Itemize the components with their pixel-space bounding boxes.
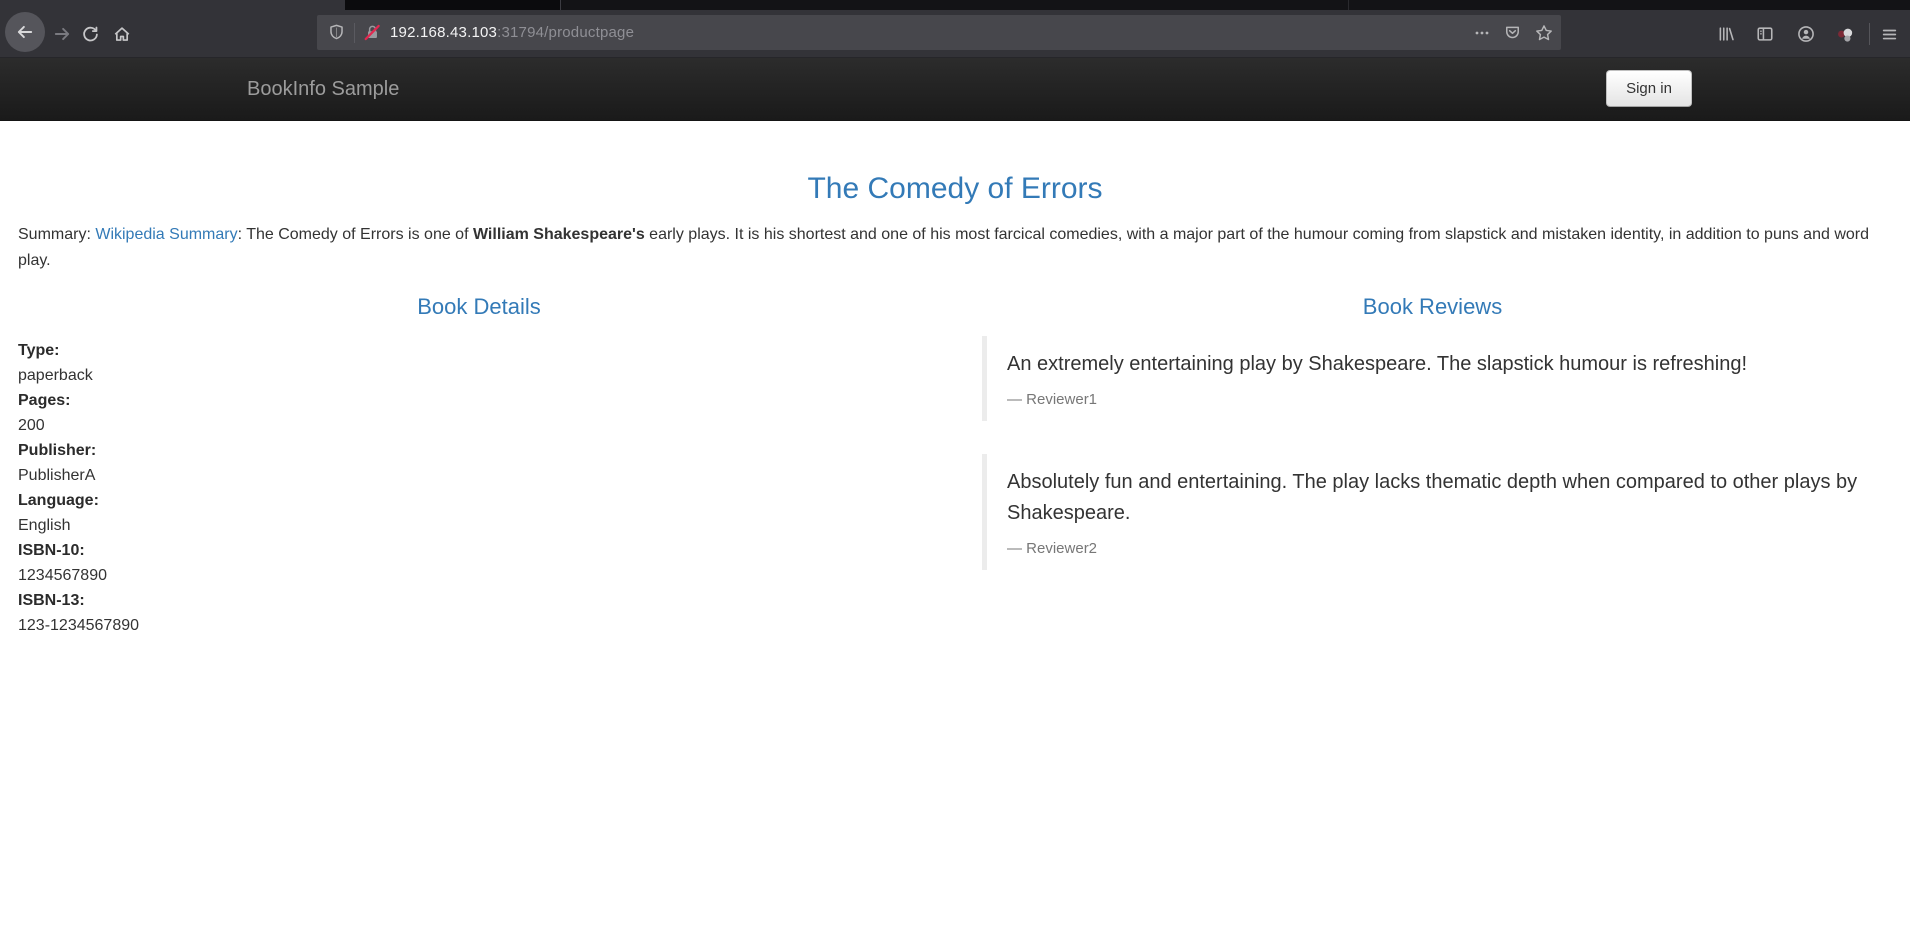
book-reviews-heading: Book Reviews (970, 294, 1895, 320)
detail-value: 123-1234567890 (18, 613, 940, 638)
detail-value: paperback (18, 363, 940, 388)
detail-value: 200 (18, 413, 940, 438)
detail-label: Pages: (18, 388, 940, 413)
review-text: An extremely entertaining play by Shakes… (1007, 349, 1873, 380)
back-arrow-icon (16, 23, 34, 41)
summary-text: : The Comedy of Errors is one of (238, 226, 473, 243)
insecure-lock-icon[interactable] (364, 24, 381, 41)
sidebar-icon (1756, 25, 1774, 43)
wikipedia-summary-link[interactable]: Wikipedia Summary (95, 226, 237, 243)
page-actions-button[interactable] (1474, 25, 1490, 41)
address-text[interactable]: 192.168.43.103:31794/productpage (390, 24, 634, 41)
detail-value: 1234567890 (18, 563, 940, 588)
navbar-brand[interactable]: BookInfo Sample (247, 58, 399, 121)
page-title: The Comedy of Errors (0, 173, 1910, 205)
tab-separator (1348, 0, 1349, 10)
tab-separator (560, 0, 561, 10)
detail-label: Type: (18, 338, 940, 363)
review-item: An extremely entertaining play by Shakes… (982, 336, 1895, 421)
extension-spheres-icon (1836, 25, 1855, 44)
reviews-list: An extremely entertaining play by Shakes… (970, 336, 1895, 570)
review-text: Absolutely fun and entertaining. The pla… (1007, 467, 1873, 529)
extension-button[interactable] (1831, 10, 1859, 58)
account-icon (1797, 25, 1815, 43)
sidebar-button[interactable] (1751, 10, 1779, 58)
review-author: — Reviewer1 (1007, 391, 1875, 408)
bookmark-button[interactable] (1535, 24, 1553, 42)
home-button[interactable] (108, 10, 136, 58)
toolbar-divider (1869, 23, 1870, 45)
back-button[interactable] (5, 12, 45, 52)
detail-label: ISBN-13: (18, 588, 940, 613)
ellipsis-icon (1474, 25, 1490, 41)
detail-value: PublisherA (18, 463, 940, 488)
menu-button[interactable] (1875, 10, 1903, 58)
browser-tab-strip (0, 0, 1910, 10)
pocket-icon (1504, 24, 1521, 41)
browser-toolbar: 192.168.43.103:31794/productpage (0, 10, 1910, 58)
account-button[interactable] (1792, 10, 1820, 58)
forward-button[interactable] (49, 10, 75, 58)
review-item: Absolutely fun and entertaining. The pla… (982, 454, 1895, 570)
book-details-list: Type: paperback Pages: 200 Publisher: Pu… (18, 338, 940, 638)
product-page: The Comedy of Errors Summary: Wikipedia … (0, 173, 1910, 638)
summary-author-bold: William Shakespeare's (473, 226, 645, 243)
review-author: — Reviewer2 (1007, 540, 1875, 557)
detail-value: English (18, 513, 940, 538)
urlbar-divider (354, 23, 355, 43)
book-summary: Summary: Wikipedia Summary: The Comedy o… (18, 222, 1892, 274)
book-details-column: Book Details Type: paperback Pages: 200 … (0, 274, 955, 638)
hamburger-menu-icon (1881, 26, 1898, 43)
reload-icon (82, 26, 99, 43)
active-tab-stub[interactable] (0, 0, 345, 10)
library-button[interactable] (1712, 10, 1740, 58)
tab-strip-background (560, 0, 1910, 10)
pocket-button[interactable] (1504, 24, 1521, 41)
summary-label: Summary: (18, 226, 95, 243)
url-bar[interactable]: 192.168.43.103:31794/productpage (317, 15, 1561, 50)
home-icon (113, 25, 131, 43)
address-host: 192.168.43.103 (390, 24, 497, 41)
content-columns: Book Details Type: paperback Pages: 200 … (0, 274, 1910, 638)
detail-label: Publisher: (18, 438, 940, 463)
star-icon (1535, 24, 1553, 42)
book-reviews-column: Book Reviews An extremely entertaining p… (955, 274, 1910, 603)
detail-label: ISBN-10: (18, 538, 940, 563)
library-icon (1717, 25, 1735, 43)
address-path: :31794/productpage (497, 24, 634, 41)
site-navbar: BookInfo Sample Sign in (0, 58, 1910, 121)
reload-button[interactable] (76, 10, 104, 58)
detail-label: Language: (18, 488, 940, 513)
book-details-heading: Book Details (18, 294, 940, 320)
forward-arrow-icon (53, 25, 71, 43)
tracking-protection-shield-icon[interactable] (328, 24, 345, 41)
sign-in-button[interactable]: Sign in (1606, 70, 1692, 107)
